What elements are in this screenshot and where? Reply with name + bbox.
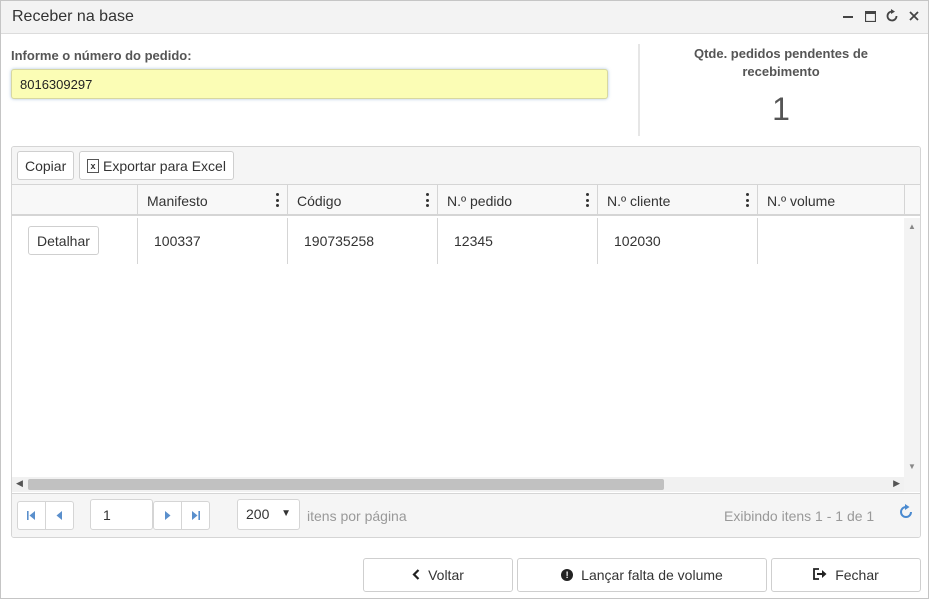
table-row: Detalhar 100337 190735258 12345 102030 (12, 218, 904, 264)
chevron-left-icon (412, 568, 420, 583)
column-header-cliente[interactable]: N.º cliente (597, 185, 758, 214)
copy-button-label: Copiar (25, 157, 67, 174)
report-missing-volume-label: Lançar falta de volume (581, 567, 723, 583)
detail-button[interactable]: Detalhar (28, 226, 99, 255)
manifesto-cell: 100337 (137, 218, 287, 264)
page-size-select[interactable]: 200 ▼ (237, 499, 300, 530)
prev-page-button[interactable] (45, 501, 74, 530)
chevron-down-icon: ▼ (281, 508, 291, 519)
column-menu-icon[interactable] (586, 193, 590, 207)
back-button[interactable]: Voltar (363, 558, 513, 592)
orders-grid: Copiar x Exportar para Excel Manifesto C… (11, 146, 921, 538)
sign-out-icon (813, 567, 827, 583)
refresh-grid-icon[interactable] (898, 504, 914, 525)
scroll-up-icon[interactable]: ▲ (908, 222, 916, 231)
dialog-window: Receber na base Informe o número do pedi… (0, 0, 929, 599)
column-header-label: N.º cliente (607, 193, 671, 209)
column-menu-icon[interactable] (276, 193, 280, 207)
column-header-label: N.º volume (767, 193, 836, 209)
order-number-input[interactable] (11, 69, 608, 99)
grid-toolbar: Copiar x Exportar para Excel (12, 147, 920, 185)
pending-orders-count: 1 (772, 91, 790, 127)
column-header-volume[interactable]: N.º volume (757, 185, 904, 214)
column-header-label: Código (297, 193, 342, 209)
cliente-cell: 102030 (597, 218, 757, 264)
horizontal-scrollbar[interactable]: ◀ ▶ (12, 477, 904, 492)
order-number-label: Informe o número do pedido: (11, 48, 192, 63)
codigo-cell: 190735258 (287, 218, 437, 264)
page-size-value: 200 (246, 506, 270, 522)
last-page-button[interactable] (181, 501, 210, 530)
minimize-icon[interactable] (840, 7, 856, 25)
excel-icon: x (87, 158, 99, 173)
title-bar: Receber na base (1, 1, 928, 34)
close-button-label: Fechar (835, 567, 879, 583)
close-button[interactable]: Fechar (771, 558, 921, 592)
refresh-icon[interactable] (884, 7, 900, 25)
export-excel-button[interactable]: x Exportar para Excel (79, 151, 234, 180)
pager: 1 200 ▼ itens por página Exibindo itens … (12, 493, 920, 537)
first-page-button[interactable] (17, 501, 46, 530)
scroll-down-icon[interactable]: ▼ (908, 462, 916, 471)
grid-header: Manifesto Código N.º pedido N.º cliente … (12, 185, 904, 216)
window-title: Receber na base (12, 8, 134, 25)
column-header-label: N.º pedido (447, 193, 513, 209)
scroll-right-icon[interactable]: ▶ (893, 478, 900, 489)
maximize-icon[interactable] (862, 7, 878, 25)
back-button-label: Voltar (428, 567, 464, 583)
window-controls (840, 7, 922, 25)
section-divider (638, 44, 640, 136)
column-header-pedido[interactable]: N.º pedido (437, 185, 598, 214)
horizontal-scroll-thumb[interactable] (28, 479, 664, 490)
column-menu-icon[interactable] (746, 193, 750, 207)
pending-orders-label: Qtde. pedidos pendentes de recebimento (693, 46, 869, 79)
pedido-cell: 12345 (437, 218, 597, 264)
exclamation-circle-icon: ! (561, 569, 574, 581)
page-info: Exibindo itens 1 - 1 de 1 (724, 508, 875, 524)
column-header-actions (12, 185, 137, 214)
next-page-button[interactable] (153, 501, 182, 530)
volume-cell (757, 218, 904, 264)
column-menu-icon[interactable] (426, 193, 430, 207)
page-number-input[interactable]: 1 (90, 499, 153, 530)
header-scroll-spacer (904, 185, 920, 216)
actions-cell: Detalhar (12, 218, 137, 264)
scroll-left-icon[interactable]: ◀ (16, 478, 23, 489)
items-per-page-label: itens por página (307, 508, 407, 524)
copy-button[interactable]: Copiar (17, 151, 75, 180)
column-header-manifesto[interactable]: Manifesto (137, 185, 288, 214)
close-icon[interactable] (906, 7, 922, 25)
column-header-label: Manifesto (147, 193, 208, 209)
export-excel-label: Exportar para Excel (103, 157, 226, 174)
report-missing-volume-button[interactable]: ! Lançar falta de volume (517, 558, 767, 592)
vertical-scrollbar[interactable]: ▲ ▼ (904, 218, 920, 492)
column-header-codigo[interactable]: Código (287, 185, 438, 214)
